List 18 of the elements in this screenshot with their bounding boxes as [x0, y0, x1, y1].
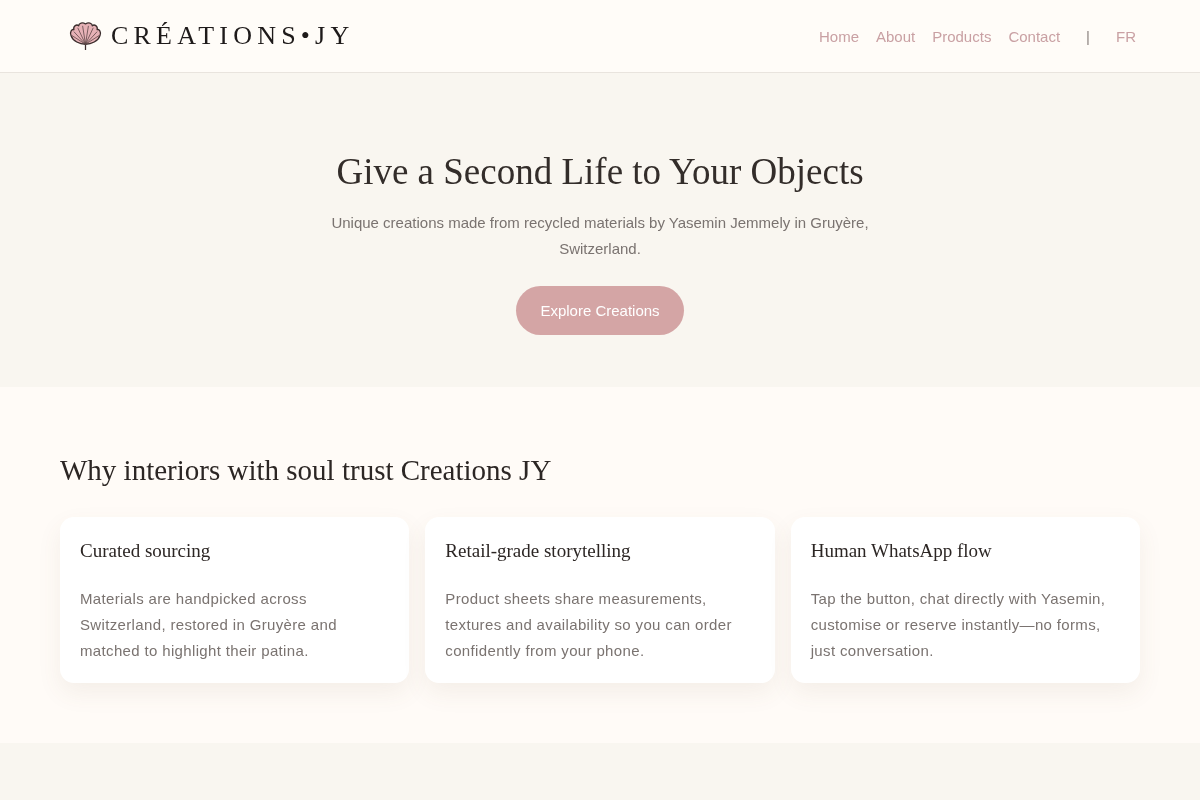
card-text: Materials are handpicked across Switzerland, restored in Gruyère and matched to highlight their patina. — [80, 589, 338, 661]
card-title: Human WhatsApp flow — [810, 539, 993, 563]
nav-link[interactable]: Contact — [1008, 27, 1061, 45]
card-title: Retail-grade storytelling — [445, 539, 632, 563]
shell-logo-icon[interactable] — [68, 20, 103, 52]
hero-subtitle: Unique creations made from recycled materials by Yasemin Jemmely in Gruyère, Switzerland. — [330, 213, 870, 259]
language-link[interactable]: FR — [1116, 27, 1136, 45]
section-heading: Why interiors with soul trust Creations JY — [60, 453, 553, 488]
card-text: Product sheets share measurements, textures and availability so you can order confidently from your phone. — [445, 589, 733, 661]
nav-link[interactable]: Products — [932, 27, 992, 45]
card-title: Curated sourcing — [80, 539, 212, 563]
nav-separator: | — [1086, 27, 1090, 45]
logo-wordmark[interactable]: CRÉATIONS•JY — [111, 23, 355, 49]
card-text: Tap the button, chat directly with Yasemin, customise or reserve instantly—no forms, just conversation. — [810, 589, 1107, 661]
hero-title: Give a Second Life to Your Objects — [336, 150, 864, 193]
nav-link[interactable]: About — [876, 27, 916, 45]
nav-link[interactable]: Home — [818, 27, 859, 45]
explore-button[interactable]: Explore Creations — [516, 286, 684, 335]
